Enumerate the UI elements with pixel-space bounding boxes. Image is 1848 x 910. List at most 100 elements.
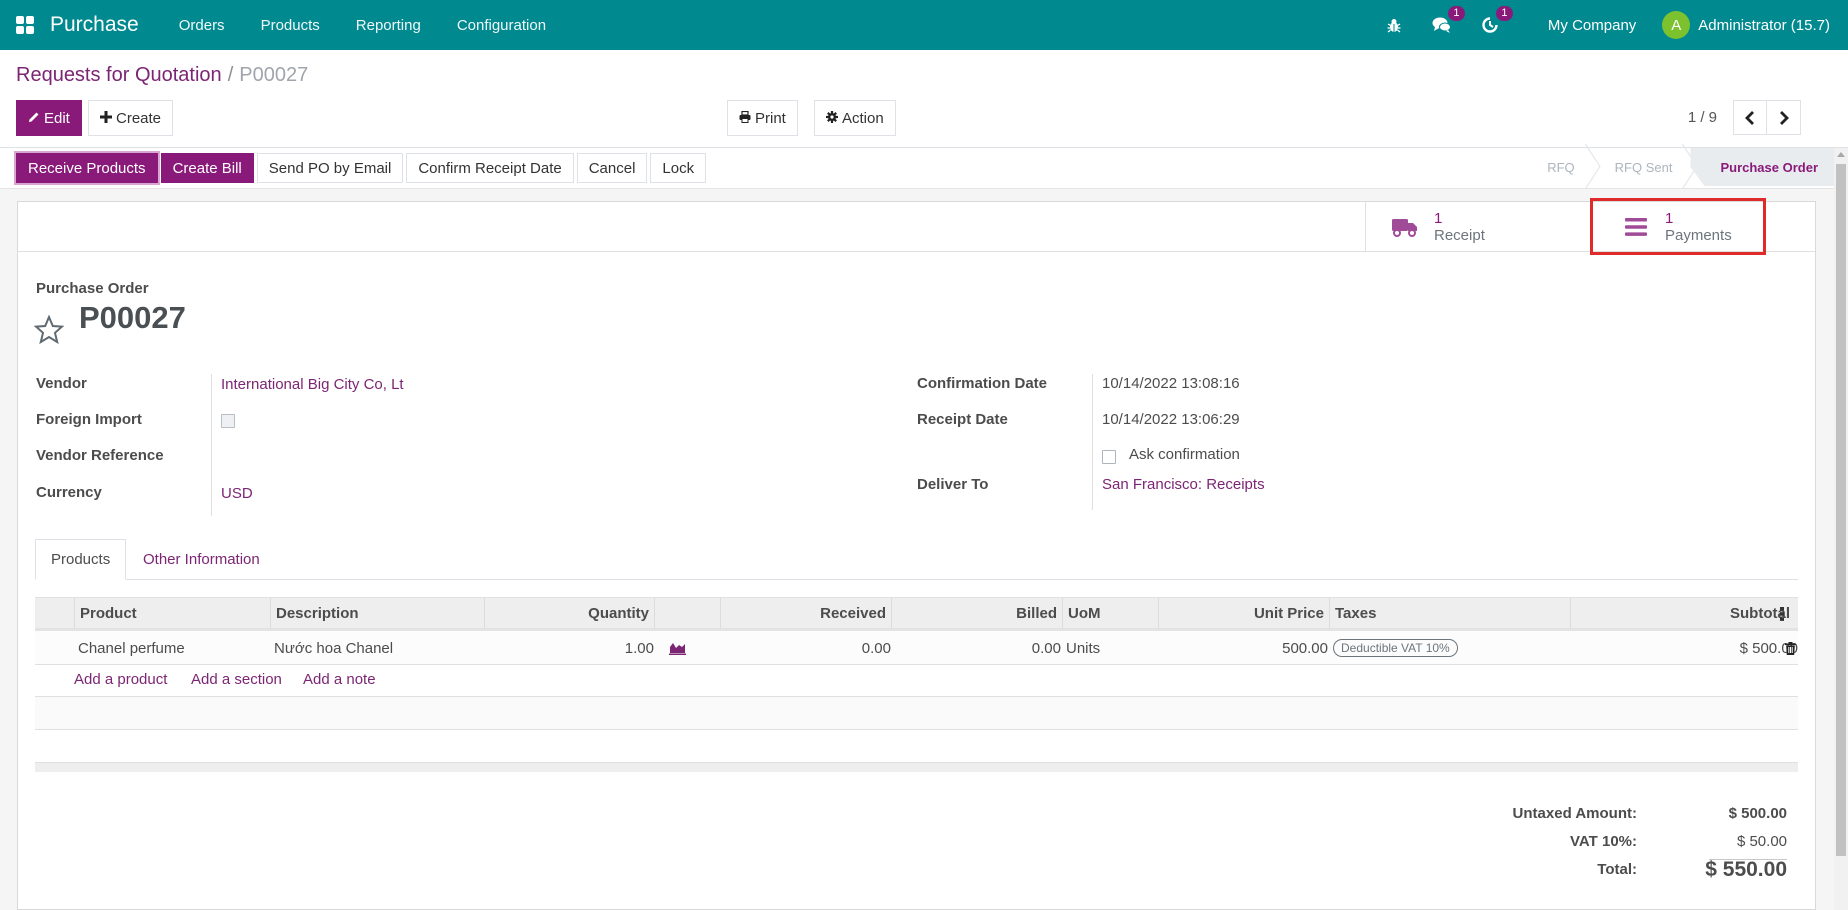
- confirmation-date-label: Confirmation Date: [917, 375, 1048, 392]
- pager-value[interactable]: 1 / 9: [1688, 109, 1717, 126]
- ask-confirmation-label: Ask confirmation: [1129, 446, 1240, 463]
- lock-button[interactable]: Lock: [650, 153, 707, 183]
- form-title-label: Purchase Order: [36, 280, 149, 297]
- empty-row: [35, 730, 1798, 763]
- total-value: $ 550.00: [1705, 858, 1787, 881]
- edit-label: Edit: [44, 109, 70, 127]
- untaxed-amount-label: Untaxed Amount:: [1512, 805, 1637, 822]
- ask-confirmation-checkbox[interactable]: [1102, 450, 1116, 464]
- menu-reporting[interactable]: Reporting: [356, 17, 421, 34]
- user-name: Administrator (15.7): [1698, 16, 1830, 34]
- delete-line-trash-icon[interactable]: [1781, 631, 1800, 665]
- cancel-button[interactable]: Cancel: [576, 153, 648, 183]
- currency-value[interactable]: USD: [221, 485, 253, 502]
- column-billed[interactable]: Billed: [891, 598, 1062, 629]
- print-button[interactable]: Print: [727, 100, 798, 136]
- table-row[interactable]: Chanel perfume Nước hoa Chanel 1.00 0.00…: [35, 631, 1798, 665]
- column-quantity[interactable]: Quantity: [484, 598, 654, 629]
- tab-products[interactable]: Products: [35, 539, 127, 580]
- payments-count: 1: [1665, 209, 1674, 227]
- add-product-link[interactable]: Add a product: [74, 671, 167, 688]
- chevron-left-icon: [1745, 110, 1754, 125]
- app-name[interactable]: Purchase: [50, 13, 139, 37]
- pager-next-button[interactable]: [1767, 100, 1801, 135]
- menu-products[interactable]: Products: [261, 17, 320, 34]
- print-label: Print: [755, 109, 786, 127]
- user-menu[interactable]: A Administrator (15.7): [1662, 11, 1830, 39]
- breadcrumb-rfq-link[interactable]: Requests for Quotation: [16, 64, 222, 86]
- add-section-link[interactable]: Add a section: [191, 671, 282, 688]
- create-label: Create: [116, 109, 162, 127]
- column-unit-price[interactable]: Unit Price: [1158, 598, 1329, 629]
- top-navbar: Purchase Orders Products Reporting Confi…: [0, 0, 1848, 50]
- debug-bug-icon[interactable]: [1384, 15, 1404, 35]
- column-subtotal[interactable]: Subtotal: [1570, 598, 1795, 629]
- pencil-icon: [28, 111, 40, 126]
- gear-icon: [826, 110, 838, 126]
- stage-rfq[interactable]: RFQ: [1525, 148, 1592, 186]
- printer-icon: [739, 110, 751, 126]
- scroll-up-arrow-icon[interactable]: [1837, 152, 1845, 157]
- line-billed: 0.00: [1031, 639, 1061, 657]
- receipt-smart-button[interactable]: 1 Receipt: [1365, 202, 1585, 251]
- tab-other-information[interactable]: Other Information: [128, 539, 275, 580]
- line-uom: Units: [1066, 639, 1101, 657]
- menu-orders[interactable]: Orders: [179, 17, 225, 34]
- forecast-chart-icon[interactable]: [665, 631, 690, 665]
- company-switcher[interactable]: My Company: [1548, 17, 1636, 34]
- payments-smart-button[interactable]: 1 Payments: [1585, 202, 1815, 251]
- column-taxes[interactable]: Taxes: [1329, 598, 1570, 629]
- action-button[interactable]: Action: [814, 100, 896, 136]
- order-lines-table: Product Description Quantity Received Bi…: [35, 597, 1798, 772]
- breadcrumb: Requests for Quotation / P00027: [16, 64, 308, 87]
- action-label: Action: [842, 109, 884, 127]
- column-product[interactable]: Product: [74, 598, 270, 629]
- vertical-scrollbar[interactable]: [1834, 148, 1848, 910]
- foreign-import-label: Foreign Import: [36, 411, 142, 428]
- stage-purchase-order[interactable]: Purchase Order: [1690, 148, 1834, 186]
- column-uom[interactable]: UoM: [1062, 598, 1158, 629]
- right-group-separator: [1092, 374, 1093, 510]
- line-description: Nước hoa Chanel: [274, 639, 394, 657]
- confirm-receipt-date-button[interactable]: Confirm Receipt Date: [406, 153, 574, 183]
- status-stages: RFQ RFQ Sent Purchase Order: [1525, 148, 1834, 186]
- payments-label: Payments: [1665, 226, 1732, 244]
- add-note-link[interactable]: Add a note: [303, 671, 376, 688]
- vat-label: VAT 10%:: [1570, 833, 1637, 850]
- optional-columns-icon[interactable]: [1780, 607, 1784, 625]
- create-bill-button[interactable]: Create Bill: [160, 153, 254, 183]
- order-totals: Untaxed Amount: $ 500.00 VAT 10%: $ 50.0…: [1387, 805, 1787, 887]
- activities-clock-icon[interactable]: 1: [1480, 6, 1513, 35]
- messages-icon[interactable]: 1: [1432, 6, 1465, 35]
- breadcrumb-separator: /: [227, 64, 234, 86]
- line-quantity: 1.00: [624, 639, 654, 657]
- apps-menu-icon[interactable]: [16, 16, 34, 34]
- total-label: Total:: [1597, 861, 1637, 878]
- star-icon[interactable]: [33, 314, 65, 349]
- bars-icon: [1623, 217, 1649, 237]
- vendor-reference-label: Vendor Reference: [36, 447, 164, 464]
- stage-rfq-sent[interactable]: RFQ Sent: [1593, 148, 1691, 186]
- column-description[interactable]: Description: [270, 598, 484, 629]
- deliver-to-value[interactable]: San Francisco: Receipts: [1102, 476, 1265, 493]
- vendor-value[interactable]: International Big City Co, Lt: [221, 376, 404, 393]
- edit-button[interactable]: Edit: [16, 100, 82, 136]
- line-unit-price: 500.00: [1282, 639, 1328, 657]
- receive-products-button[interactable]: Receive Products: [16, 153, 158, 183]
- deliver-to-label: Deliver To: [917, 476, 989, 493]
- chevron-right-icon: [1779, 110, 1789, 125]
- column-received[interactable]: Received: [720, 598, 891, 629]
- column-handle: [35, 598, 74, 629]
- form-sheet: 1 Receipt 1 Payments Purchase Order P000…: [17, 198, 1816, 910]
- column-forecast: [654, 598, 720, 629]
- menu-configuration[interactable]: Configuration: [457, 17, 546, 34]
- send-po-by-email-button[interactable]: Send PO by Email: [256, 153, 404, 183]
- create-button[interactable]: Create: [88, 100, 174, 136]
- table-header: Product Description Quantity Received Bi…: [35, 597, 1798, 631]
- scroll-thumb[interactable]: [1836, 164, 1846, 856]
- activities-badge: 1: [1495, 6, 1513, 21]
- avatar: A: [1662, 11, 1691, 39]
- foreign-import-checkbox[interactable]: [221, 414, 235, 428]
- pager-previous-button[interactable]: [1733, 100, 1767, 135]
- vat-value: $ 50.00: [1736, 833, 1787, 850]
